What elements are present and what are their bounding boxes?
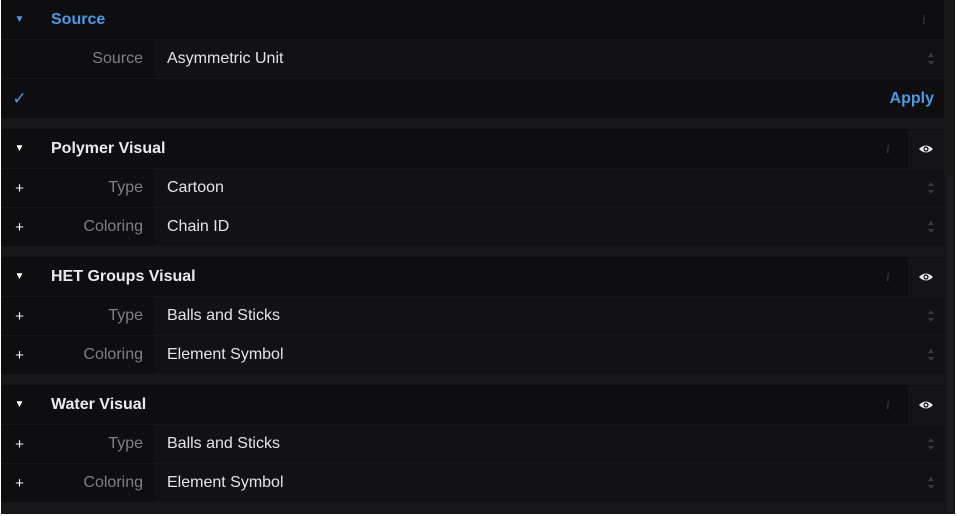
apply-row: ✓ Apply: [1, 79, 944, 118]
section-title[interactable]: Polymer Visual: [51, 140, 868, 158]
plus-icon[interactable]: +: [1, 219, 38, 236]
info-icon[interactable]: i: [868, 142, 908, 156]
info-icon[interactable]: i: [868, 270, 908, 284]
field-label: Coloring: [83, 474, 143, 491]
water-coloring-row: + Coloring Element Symbol: [1, 464, 944, 502]
collapse-triangle-icon[interactable]: ▼: [1, 399, 38, 410]
het-groups-visual-header[interactable]: ▼ HET Groups Visual i: [1, 257, 944, 296]
info-icon[interactable]: i: [868, 398, 908, 412]
plus-icon[interactable]: +: [1, 436, 38, 453]
apply-button[interactable]: Apply: [890, 90, 934, 108]
collapse-triangle-icon[interactable]: ▼: [1, 271, 38, 282]
water-visual-header[interactable]: ▼ Water Visual i: [1, 385, 944, 424]
section-title[interactable]: HET Groups Visual: [51, 268, 868, 286]
plus-icon[interactable]: +: [1, 308, 38, 325]
updown-arrows-icon[interactable]: [918, 425, 944, 463]
field-label: Type: [108, 435, 143, 452]
collapse-triangle-icon[interactable]: ▼: [1, 14, 38, 25]
updown-arrows-icon[interactable]: [918, 297, 944, 335]
panel-content: ▼ Source i Source Asymmetric Unit ✓ Appl…: [1, 0, 944, 503]
section-title[interactable]: Water Visual: [51, 396, 868, 414]
het-type-row: + Type Balls and Sticks: [1, 297, 944, 335]
source-label: Source: [92, 50, 143, 67]
eye-icon[interactable]: [908, 129, 944, 168]
het-coloring-select[interactable]: Element Symbol: [155, 336, 918, 374]
source-header[interactable]: ▼ Source i: [1, 0, 944, 39]
source-title[interactable]: Source: [51, 11, 904, 29]
updown-arrows-icon[interactable]: [918, 208, 944, 246]
plus-icon[interactable]: +: [1, 347, 38, 364]
het-coloring-row: + Coloring Element Symbol: [1, 336, 944, 374]
source-select[interactable]: Asymmetric Unit: [155, 40, 918, 78]
water-coloring-select[interactable]: Element Symbol: [155, 464, 918, 502]
polymer-coloring-select[interactable]: Chain ID: [155, 208, 918, 246]
water-type-select[interactable]: Balls and Sticks: [155, 425, 918, 463]
field-label: Type: [108, 307, 143, 324]
info-icon[interactable]: i: [904, 13, 944, 27]
water-type-row: + Type Balls and Sticks: [1, 425, 944, 463]
polymer-visual-header[interactable]: ▼ Polymer Visual i: [1, 129, 944, 168]
field-label: Coloring: [83, 346, 143, 363]
eye-icon[interactable]: [908, 385, 944, 424]
scrollbar-thumb[interactable]: [946, 176, 953, 512]
het-type-select[interactable]: Balls and Sticks: [155, 297, 918, 335]
scrollbar-track[interactable]: [944, 0, 955, 514]
polymer-type-row: + Type Cartoon: [1, 169, 944, 207]
updown-arrows-icon[interactable]: [918, 169, 944, 207]
source-field-row: Source Asymmetric Unit: [1, 40, 944, 78]
updown-arrows-icon[interactable]: [918, 336, 944, 374]
updown-arrows-icon[interactable]: [918, 464, 944, 502]
field-label: Coloring: [83, 218, 143, 235]
polymer-coloring-row: + Coloring Chain ID: [1, 208, 944, 246]
plus-icon[interactable]: +: [1, 180, 38, 197]
updown-arrows-icon[interactable]: [918, 40, 944, 78]
plus-icon[interactable]: +: [1, 475, 38, 492]
collapse-triangle-icon[interactable]: ▼: [1, 143, 38, 154]
field-label: Type: [108, 179, 143, 196]
polymer-type-select[interactable]: Cartoon: [155, 169, 918, 207]
eye-icon[interactable]: [908, 257, 944, 296]
checkmark-icon[interactable]: ✓: [1, 89, 38, 109]
structure-settings-panel: ▼ Source i Source Asymmetric Unit ✓ Appl…: [1, 0, 955, 514]
